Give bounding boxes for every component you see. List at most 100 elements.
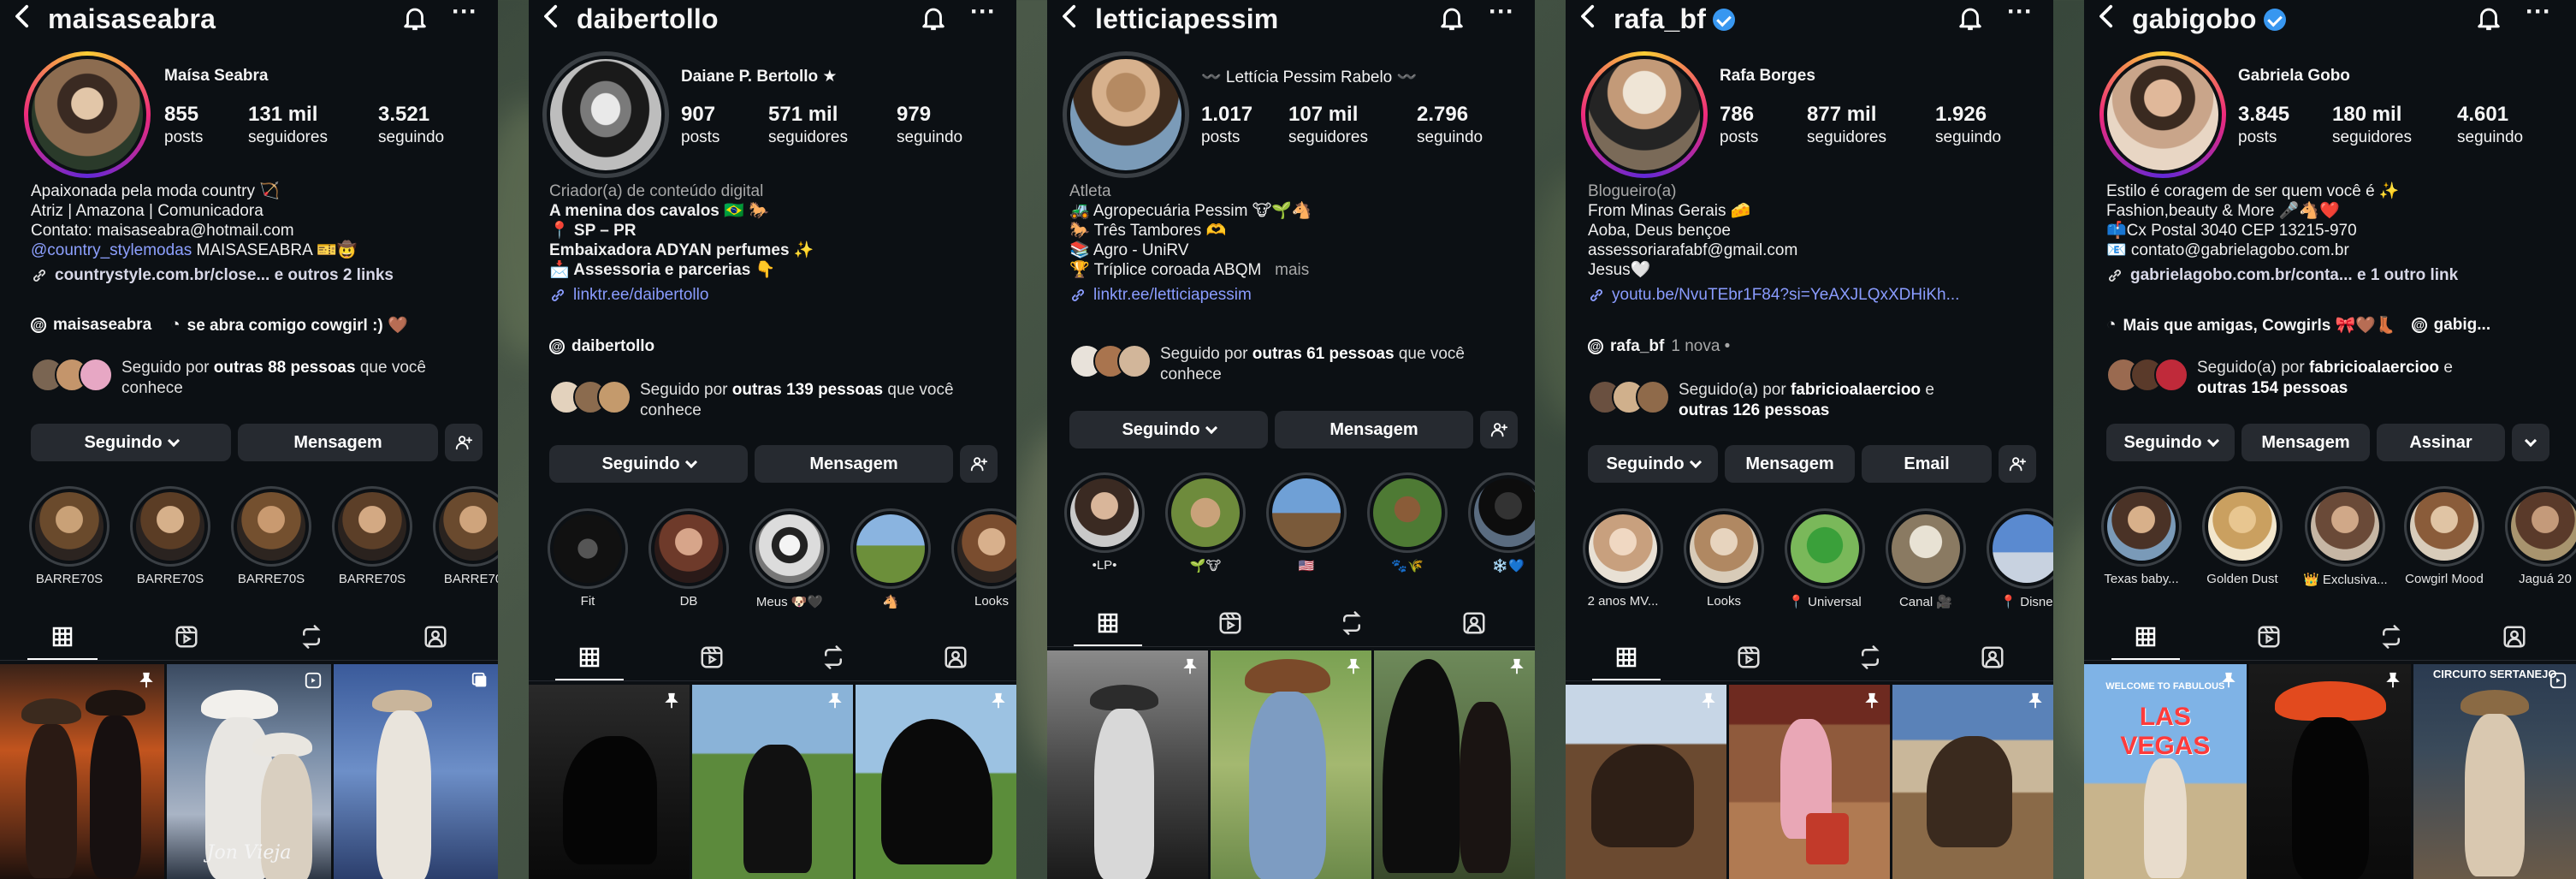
subscribe-button[interactable]: Assinar (2377, 424, 2505, 461)
highlight[interactable]: Jaguá 20 (2505, 486, 2576, 586)
following-count[interactable]: 2.796 seguindo (1417, 103, 1483, 147)
tab-grid[interactable] (1566, 633, 1688, 680)
posts-count[interactable]: 907 posts (681, 103, 720, 147)
message-button[interactable]: Mensagem (755, 445, 953, 483)
post-thumbnail[interactable] (856, 685, 1016, 879)
post-thumbnail[interactable] (1047, 650, 1208, 879)
tab-reposts[interactable] (773, 633, 895, 680)
highlight[interactable]: 2 anos MV... (1583, 508, 1663, 609)
more-options-icon[interactable]: ··· (450, 0, 479, 33)
more-options-icon[interactable]: ··· (968, 0, 998, 33)
highlight[interactable]: DB (648, 508, 729, 609)
notification-bell-icon[interactable] (1437, 3, 1466, 33)
more-options-icon[interactable]: ··· (2005, 0, 2034, 33)
tab-tagged[interactable] (1413, 599, 1536, 646)
post-thumbnail[interactable] (0, 664, 164, 879)
followed-by-row[interactable]: Seguido por outras 139 pessoas que você … (549, 380, 994, 421)
message-button[interactable]: Mensagem (1725, 445, 1855, 483)
post-thumbnail[interactable] (334, 664, 498, 879)
highlight[interactable]: BARRE70S (29, 486, 110, 586)
highlight[interactable]: BARRE70 (433, 486, 498, 586)
suggestions-dropdown-button[interactable] (2512, 424, 2549, 461)
highlight[interactable]: Canal 🎥 (1886, 508, 1966, 609)
highlight[interactable]: 🐾🌾 (1367, 472, 1448, 573)
tab-reels[interactable] (1170, 599, 1292, 646)
following-button[interactable]: Seguindo (1588, 445, 1718, 483)
following-button[interactable]: Seguindo (31, 424, 231, 461)
post-thumbnail[interactable]: CIRCUITO SERTANEJO (2413, 664, 2576, 879)
highlight[interactable]: Meus 🐶🖤 (749, 508, 830, 609)
following-button[interactable]: Seguindo (549, 445, 748, 483)
followers-count[interactable]: 571 mil seguidores (768, 103, 848, 147)
tab-tagged[interactable] (1932, 633, 2054, 680)
highlight[interactable]: Golden Dust (2202, 486, 2283, 586)
highlight[interactable]: Looks (951, 508, 1016, 609)
highlight[interactable]: 🐴 (850, 508, 931, 609)
tab-reels[interactable] (2207, 613, 2330, 660)
profile-avatar[interactable] (1063, 51, 1189, 178)
back-arrow-icon[interactable] (9, 2, 43, 36)
back-arrow-icon[interactable] (1056, 2, 1090, 36)
message-button[interactable]: Mensagem (1275, 411, 1473, 448)
following-count[interactable]: 4.601 seguindo (2457, 103, 2523, 147)
tab-reposts[interactable] (1291, 599, 1413, 646)
highlight[interactable]: Looks (1684, 508, 1764, 609)
posts-count[interactable]: 855 posts (164, 103, 203, 147)
more-options-icon[interactable]: ··· (1487, 0, 1516, 33)
post-thumbnail[interactable] (529, 685, 690, 879)
add-user-button[interactable] (1480, 411, 1518, 448)
add-user-button[interactable] (1999, 445, 2036, 483)
followed-by-row[interactable]: Seguido(a) por fabricioalaercioo e outras… (1588, 380, 2033, 421)
highlight[interactable]: 🌱🐮 (1165, 472, 1246, 573)
highlight[interactable]: Cowgirl Mood (2404, 486, 2484, 586)
profile-avatar[interactable] (1581, 51, 1708, 178)
tab-reposts[interactable] (1809, 633, 1932, 680)
post-thumbnail[interactable] (1729, 685, 1890, 879)
threads-row[interactable]: @ daibertollo (549, 337, 654, 356)
followers-count[interactable]: 180 mil seguidores (2332, 103, 2412, 147)
highlight[interactable]: Texas baby... (2101, 486, 2182, 586)
external-link[interactable]: linktr.ee/letticiapessim (1069, 285, 1523, 305)
notification-bell-icon[interactable] (2474, 3, 2503, 33)
post-thumbnail[interactable] (692, 685, 853, 879)
followers-count[interactable]: 131 mil seguidores (248, 103, 328, 147)
highlight[interactable]: •LP• (1064, 472, 1145, 573)
post-thumbnail[interactable]: Jon Vieja (167, 664, 331, 879)
posts-count[interactable]: 1.017 posts (1201, 103, 1252, 147)
highlight[interactable]: 👑 Exclusiva... (2303, 486, 2388, 587)
back-arrow-icon[interactable] (537, 2, 571, 36)
tab-grid[interactable] (529, 633, 651, 680)
back-arrow-icon[interactable] (1574, 2, 1608, 36)
tab-tagged[interactable] (374, 613, 499, 660)
external-link[interactable]: countrystyle.com.br/close... e outros 2 … (31, 265, 484, 285)
followers-count[interactable]: 107 mil seguidores (1288, 103, 1368, 147)
following-button[interactable]: Seguindo (1069, 411, 1268, 448)
highlight[interactable]: ❄️💙 (1468, 472, 1535, 573)
post-thumbnail[interactable]: WELCOME TO FABULOUS LAS VEGAS (2084, 664, 2247, 879)
tab-reels[interactable] (1688, 633, 1810, 680)
threads-row[interactable]: ◔ Mais que amigas, Cowgirls 🎀🤎👢 @ gabig... (2106, 315, 2490, 336)
add-user-button[interactable] (960, 445, 998, 483)
following-count[interactable]: 1.926 seguindo (1935, 103, 2001, 147)
followed-by-row[interactable]: Seguido(a) por fabricioalaercioo e outras… (2106, 358, 2560, 399)
tab-grid[interactable] (1047, 599, 1170, 646)
posts-count[interactable]: 786 posts (1720, 103, 1758, 147)
posts-count[interactable]: 3.845 posts (2238, 103, 2289, 147)
more-options-icon[interactable]: ··· (2524, 0, 2553, 33)
post-thumbnail[interactable] (2248, 664, 2412, 879)
post-thumbnail[interactable] (1211, 650, 1371, 879)
tab-reels[interactable] (651, 633, 773, 680)
highlight[interactable]: BARRE70S (130, 486, 210, 586)
profile-avatar[interactable] (2099, 51, 2226, 178)
tab-reposts[interactable] (249, 613, 374, 660)
threads-row[interactable]: @ maisaseabra ◔ se abra comigo cowgirl :) 🤎 (31, 315, 408, 336)
highlight[interactable]: BARRE70S (231, 486, 311, 586)
followers-count[interactable]: 877 mil seguidores (1807, 103, 1886, 147)
external-link[interactable]: linktr.ee/daibertollo (549, 285, 1003, 305)
tab-grid[interactable] (2084, 613, 2207, 660)
threads-row[interactable]: @ rafa_bf 1 nova • (1588, 337, 1730, 356)
profile-avatar[interactable] (542, 51, 669, 178)
following-count[interactable]: 3.521 seguindo (378, 103, 444, 147)
notification-bell-icon[interactable] (919, 3, 948, 33)
back-arrow-icon[interactable] (2093, 2, 2127, 36)
